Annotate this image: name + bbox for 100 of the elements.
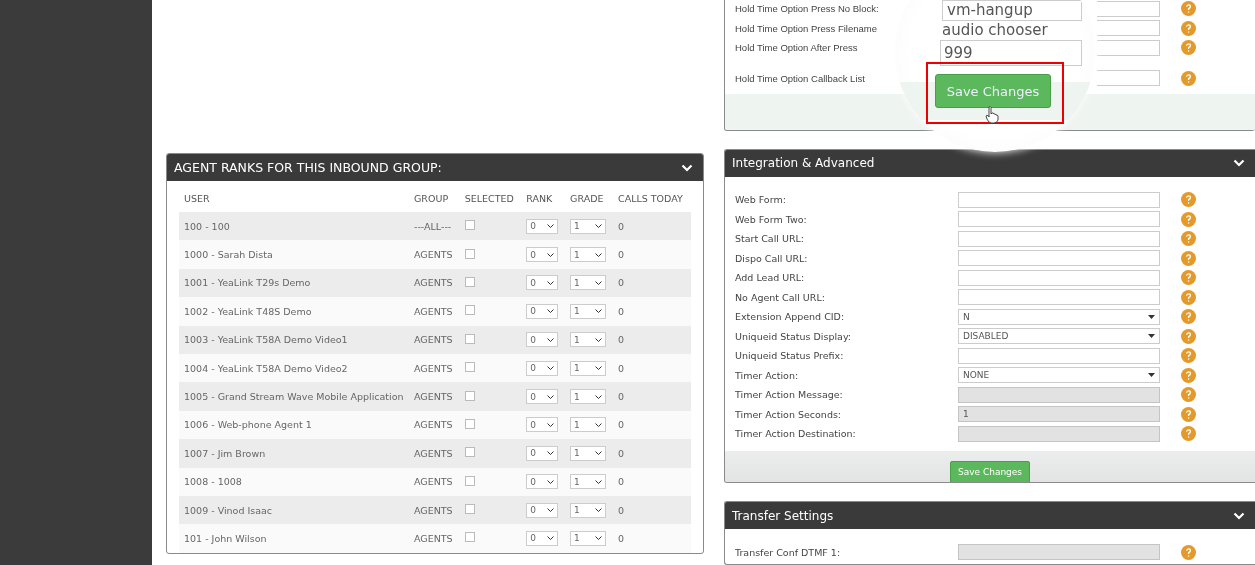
- grade-select[interactable]: 1: [570, 247, 607, 263]
- checkbox[interactable]: [464, 504, 475, 515]
- rank-select[interactable]: 0: [526, 445, 559, 461]
- help-icon[interactable]: [1181, 406, 1196, 422]
- rank-select[interactable]: 0: [526, 417, 559, 433]
- help-icon[interactable]: [1181, 328, 1196, 344]
- field-label: Hold Time Option Press No Block:: [735, 3, 879, 15]
- table-cell: 0: [613, 240, 691, 269]
- caret-icon: [595, 422, 603, 427]
- help-icon[interactable]: [1181, 289, 1196, 305]
- help-icon[interactable]: [1181, 20, 1196, 36]
- chevron-icon[interactable]: [1233, 159, 1245, 168]
- select-field[interactable]: DISABLED: [958, 328, 1160, 344]
- input-field[interactable]: [958, 269, 1160, 286]
- rank-select[interactable]: 0: [526, 332, 559, 348]
- caret-icon: [547, 536, 555, 541]
- chevron-icon[interactable]: [681, 163, 693, 172]
- table-cell: 1007 - Jim Brown: [179, 439, 409, 468]
- grade-select[interactable]: 1: [570, 303, 607, 319]
- table-cell: AGENTS: [409, 268, 460, 298]
- column-header: SELECTED: [459, 184, 522, 212]
- grade-select[interactable]: 1: [570, 502, 607, 518]
- checkbox[interactable]: [464, 475, 475, 486]
- table-cell: AGENTS: [409, 495, 460, 525]
- help-icon[interactable]: [1181, 1, 1196, 17]
- field-label: Extension Append CID:: [735, 311, 846, 322]
- input-field[interactable]: [958, 289, 1160, 305]
- grade-select[interactable]: 1: [570, 531, 607, 546]
- rank-select[interactable]: 0: [526, 303, 559, 319]
- input-field[interactable]: [1097, 70, 1160, 87]
- grade-select[interactable]: 1: [570, 389, 607, 405]
- help-icon[interactable]: [1181, 309, 1196, 324]
- checkbox[interactable]: [464, 220, 475, 231]
- table-cell: AGENTS: [409, 382, 460, 411]
- table-cell: AGENTS: [409, 353, 460, 383]
- caret-icon: [547, 280, 555, 285]
- help-icon[interactable]: [1181, 192, 1196, 207]
- caret-icon: [595, 536, 603, 541]
- select-field[interactable]: vm-hangup: [942, 0, 1082, 21]
- table-cell: 0: [613, 212, 691, 241]
- checkbox[interactable]: [464, 418, 475, 429]
- grade-select[interactable]: 1: [570, 275, 607, 291]
- input-field[interactable]: [1097, 20, 1160, 37]
- help-icon[interactable]: [1181, 250, 1196, 266]
- checkbox[interactable]: [464, 362, 475, 373]
- caret-icon: [547, 479, 555, 484]
- rank-select[interactable]: 0: [526, 275, 559, 291]
- grade-select[interactable]: 1: [570, 360, 607, 376]
- help-icon[interactable]: [1181, 211, 1196, 227]
- field-label: Timer Action Seconds:: [735, 408, 843, 420]
- help-icon[interactable]: [1181, 348, 1196, 363]
- checkbox[interactable]: [464, 333, 475, 344]
- help-icon[interactable]: [1181, 70, 1196, 86]
- caret-icon: [595, 224, 603, 229]
- caret-icon: [547, 224, 555, 229]
- help-icon[interactable]: [1181, 426, 1196, 441]
- caret-icon: [547, 394, 555, 399]
- checkbox[interactable]: [464, 276, 475, 287]
- select-field[interactable]: NONE: [958, 367, 1160, 383]
- select-field[interactable]: N: [958, 308, 1160, 325]
- help-icon[interactable]: [1181, 40, 1196, 56]
- help-icon[interactable]: [1181, 367, 1196, 383]
- input-field[interactable]: [1097, 0, 1160, 17]
- grade-select[interactable]: 1: [570, 218, 607, 234]
- rank-select[interactable]: 0: [526, 531, 559, 546]
- checkbox[interactable]: [464, 532, 475, 543]
- caret-icon: [595, 394, 603, 399]
- checkbox[interactable]: [464, 390, 475, 401]
- checkbox[interactable]: [464, 248, 475, 259]
- input-field[interactable]: [958, 347, 1160, 364]
- help-icon[interactable]: [1181, 387, 1196, 402]
- grade-select[interactable]: 1: [570, 474, 607, 490]
- grade-select[interactable]: 1: [570, 417, 607, 433]
- input-field[interactable]: [1097, 39, 1160, 56]
- rank-select[interactable]: 0: [526, 502, 559, 518]
- input-field[interactable]: [958, 191, 1160, 208]
- help-icon[interactable]: [1181, 544, 1196, 560]
- field-label: Start Call URL:: [735, 233, 806, 244]
- field-label: No Agent Call URL:: [735, 291, 826, 303]
- rank-select[interactable]: 0: [526, 389, 559, 405]
- rank-select[interactable]: 0: [526, 360, 559, 376]
- grade-select[interactable]: 1: [570, 332, 607, 348]
- rank-select[interactable]: 0: [526, 218, 559, 234]
- checkbox[interactable]: [464, 305, 475, 316]
- input-field[interactable]: [958, 230, 1160, 247]
- grade-select[interactable]: 1: [570, 445, 607, 461]
- input-field[interactable]: [958, 250, 1160, 266]
- column-header: GRADE: [565, 184, 614, 212]
- rank-select[interactable]: 0: [526, 474, 559, 490]
- table-cell: ---ALL---: [409, 212, 460, 241]
- input-field[interactable]: 999: [940, 40, 1082, 66]
- panel-title: AGENT RANKS FOR THIS INBOUND GROUP:: [174, 160, 442, 175]
- help-icon[interactable]: [1181, 270, 1196, 285]
- chevron-icon[interactable]: [1233, 512, 1245, 520]
- input-field[interactable]: [958, 211, 1160, 227]
- help-icon[interactable]: [1181, 231, 1196, 246]
- field-label: Web Form Two:: [735, 213, 808, 225]
- checkbox[interactable]: [464, 447, 475, 458]
- rank-select[interactable]: 0: [526, 247, 559, 263]
- table-cell: AGENTS: [409, 439, 460, 468]
